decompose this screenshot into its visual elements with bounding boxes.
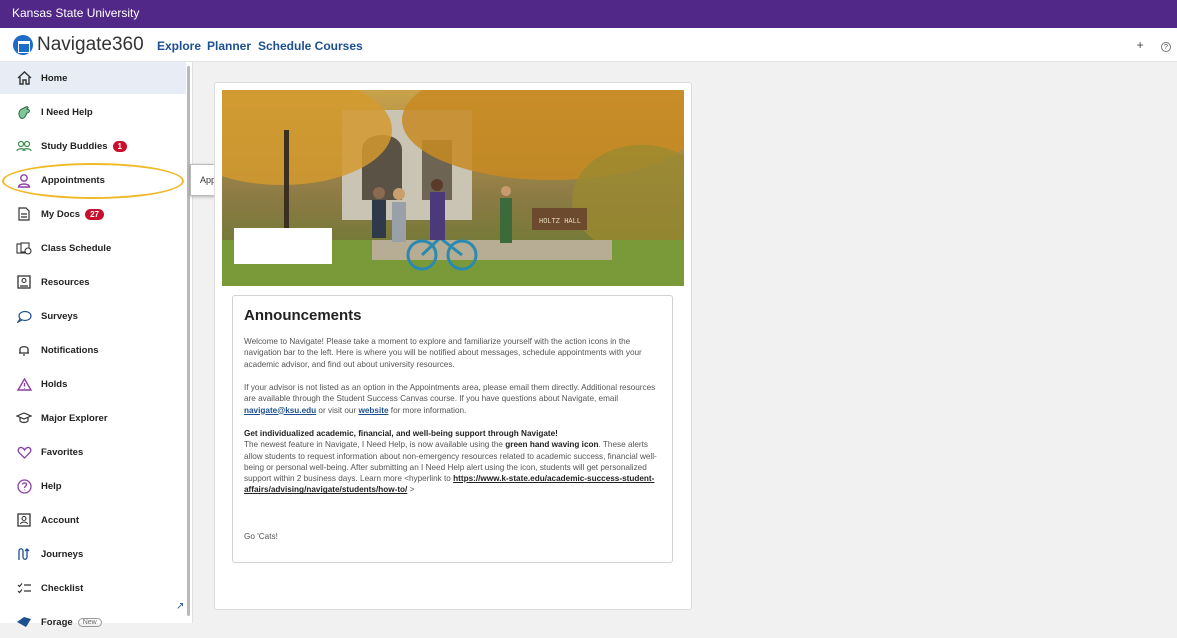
signoff: Go 'Cats! — [244, 532, 278, 541]
bell-icon — [16, 342, 32, 358]
journey-icon — [16, 546, 32, 562]
help-circle-icon[interactable]: ? — [1161, 42, 1171, 52]
checklist-icon — [16, 580, 32, 596]
sidebar-item-forage[interactable]: Forage New — [0, 606, 186, 638]
sidebar-item-checklist[interactable]: Checklist — [0, 572, 186, 604]
nav-planner[interactable]: Planner — [207, 39, 251, 53]
sidebar: Home I Need Help Study Buddies 1 Appoint… — [0, 62, 193, 628]
resources-icon — [16, 274, 32, 290]
sidebar-scrollbar[interactable] — [187, 66, 190, 616]
nav-schedule-courses[interactable]: Schedule Courses — [258, 39, 363, 53]
holtz-hall-sign: HOLTZ HALL — [539, 218, 581, 226]
hand-wave-icon — [16, 104, 32, 120]
people-icon — [16, 138, 32, 154]
campus-hero-image: HOLTZ HALL — [222, 90, 684, 286]
announcement-paragraph-3: Get individualized academic, financial, … — [244, 429, 657, 495]
top-navigation-bar: Navigate360 Explore Planner Schedule Cou… — [0, 28, 1177, 62]
sidebar-item-major-explorer[interactable]: Major Explorer — [0, 402, 186, 434]
brand-name[interactable]: Navigate360 — [37, 34, 144, 56]
nav-explore[interactable]: Explore — [157, 39, 201, 53]
document-icon — [16, 206, 32, 222]
announcements-title: Announcements — [244, 307, 362, 324]
university-bar: Kansas State University — [0, 0, 1177, 28]
question-icon — [16, 478, 32, 494]
home-icon — [16, 70, 32, 86]
sidebar-item-my-docs[interactable]: My Docs 27 — [0, 198, 186, 230]
navigate-logo-icon[interactable] — [13, 35, 33, 55]
sidebar-item-i-need-help[interactable]: I Need Help — [0, 96, 186, 128]
sidebar-item-journeys[interactable]: Journeys — [0, 538, 186, 570]
study-buddies-badge: 1 — [112, 140, 127, 152]
account-icon — [16, 512, 32, 528]
warning-icon — [16, 376, 32, 392]
sidebar-item-favorites[interactable]: Favorites — [0, 436, 186, 468]
sidebar-item-notifications[interactable]: Notifications — [0, 334, 186, 366]
university-title: Kansas State University — [12, 6, 140, 20]
chat-icon — [16, 308, 32, 324]
top-actions: + ? — [1123, 38, 1171, 52]
schedule-icon — [16, 240, 32, 256]
sidebar-item-surveys[interactable]: Surveys — [0, 300, 186, 332]
graduation-cap-icon — [16, 410, 32, 426]
heart-icon — [16, 444, 32, 460]
my-docs-badge: 27 — [85, 208, 104, 220]
announcement-paragraph-2: If your advisor is not listed as an opti… — [244, 383, 656, 415]
sidebar-item-resources[interactable]: Resources — [0, 266, 186, 298]
sidebar-item-help[interactable]: Help — [0, 470, 186, 502]
support-heading: Get individualized academic, financial, … — [244, 429, 558, 438]
sidebar-item-study-buddies[interactable]: Study Buddies 1 — [0, 130, 186, 162]
forage-icon — [16, 614, 32, 630]
email-link[interactable]: navigate@ksu.edu — [244, 406, 316, 415]
new-tag: New — [77, 617, 102, 627]
sidebar-item-class-schedule[interactable]: Class Schedule — [0, 232, 186, 264]
announcement-paragraph-1: Welcome to Navigate! Please take a momen… — [244, 337, 642, 369]
sidebar-item-home[interactable]: Home — [0, 62, 186, 94]
plus-icon[interactable]: + — [1137, 38, 1144, 52]
website-link[interactable]: website — [358, 406, 388, 415]
expand-arrow-icon[interactable]: ↗ — [176, 601, 184, 612]
highlight-circle — [2, 163, 184, 199]
sidebar-item-account[interactable]: Account — [0, 504, 186, 536]
sidebar-item-holds[interactable]: Holds — [0, 368, 186, 400]
